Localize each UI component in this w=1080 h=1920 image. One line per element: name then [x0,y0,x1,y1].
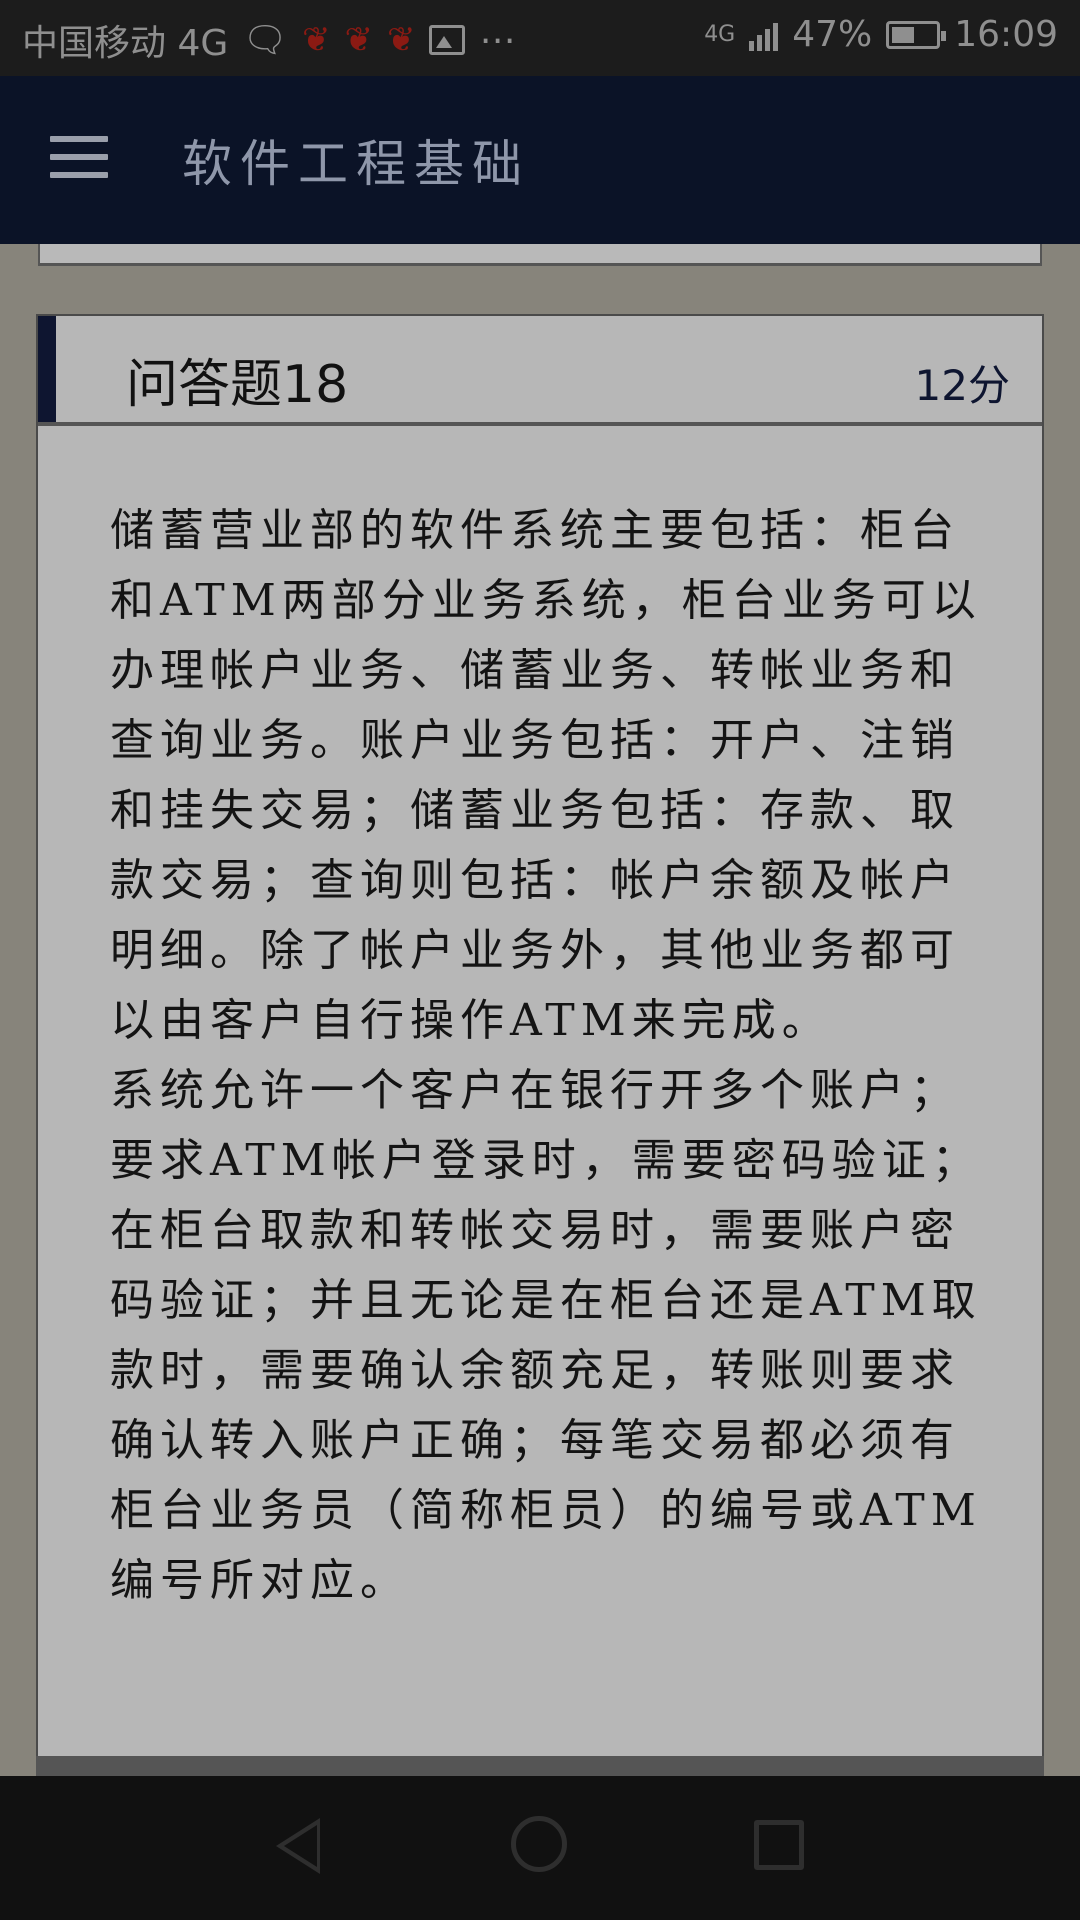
question-paragraph: 储蓄营业部的软件系统主要包括：柜台和ATM两部分业务系统，柜台业务可以办理帐户业… [110,505,982,1046]
question-title: 问答题18 [126,355,349,415]
clock: 16:09 [954,14,1058,55]
chat-bubble-icon: 🗨︎ [242,20,288,61]
question-card: 问答题18 12分 储蓄营业部的软件系统主要包括：柜台和ATM两部分业务系统，柜… [36,314,1044,1774]
more-dots-icon: ⋯ [479,19,516,61]
back-icon[interactable] [276,1818,320,1874]
app-header: 软件工程基础 [0,76,1080,244]
network-type-label: 4G [704,21,736,47]
question-score: 12分 [914,361,1010,410]
status-bar: 中国移动 4G 🗨︎ ❦ ❦ ❦ ⋯ 4G 47% 16:09 [0,0,1080,76]
home-icon[interactable] [511,1816,567,1872]
signal-icon [749,19,779,51]
carrier-label: 中国移动 4G [22,23,229,64]
question-card-header: 问答题18 12分 [38,316,1042,426]
question-paragraph: 系统允许一个客户在银行开多个账户；要求ATM帐户登录时，需要密码验证；在柜台取款… [110,1065,982,1606]
app-notification-icon: ❦ [386,20,416,60]
recent-apps-icon[interactable] [754,1820,804,1870]
battery-icon [886,20,947,49]
hamburger-menu-icon[interactable] [50,136,116,182]
page-title: 软件工程基础 [182,135,530,193]
image-icon [429,25,466,55]
question-text: 储蓄营业部的软件系统主要包括：柜台和ATM两部分业务系统，柜台业务可以办理帐户业… [110,496,1000,1616]
app-notification-icon: ❦ [301,20,331,60]
battery-percent: 47% [792,14,873,55]
next-card-edge [36,1756,1044,1776]
system-nav-bar [0,1776,1080,1920]
status-bar-right: 4G 47% 16:09 [704,14,1058,55]
previous-question-card [38,244,1042,266]
card-accent-bar [38,316,56,422]
app-notification-icon: ❦ [344,20,373,60]
status-bar-left: 中国移动 4G 🗨︎ ❦ ❦ ❦ ⋯ [22,14,515,66]
